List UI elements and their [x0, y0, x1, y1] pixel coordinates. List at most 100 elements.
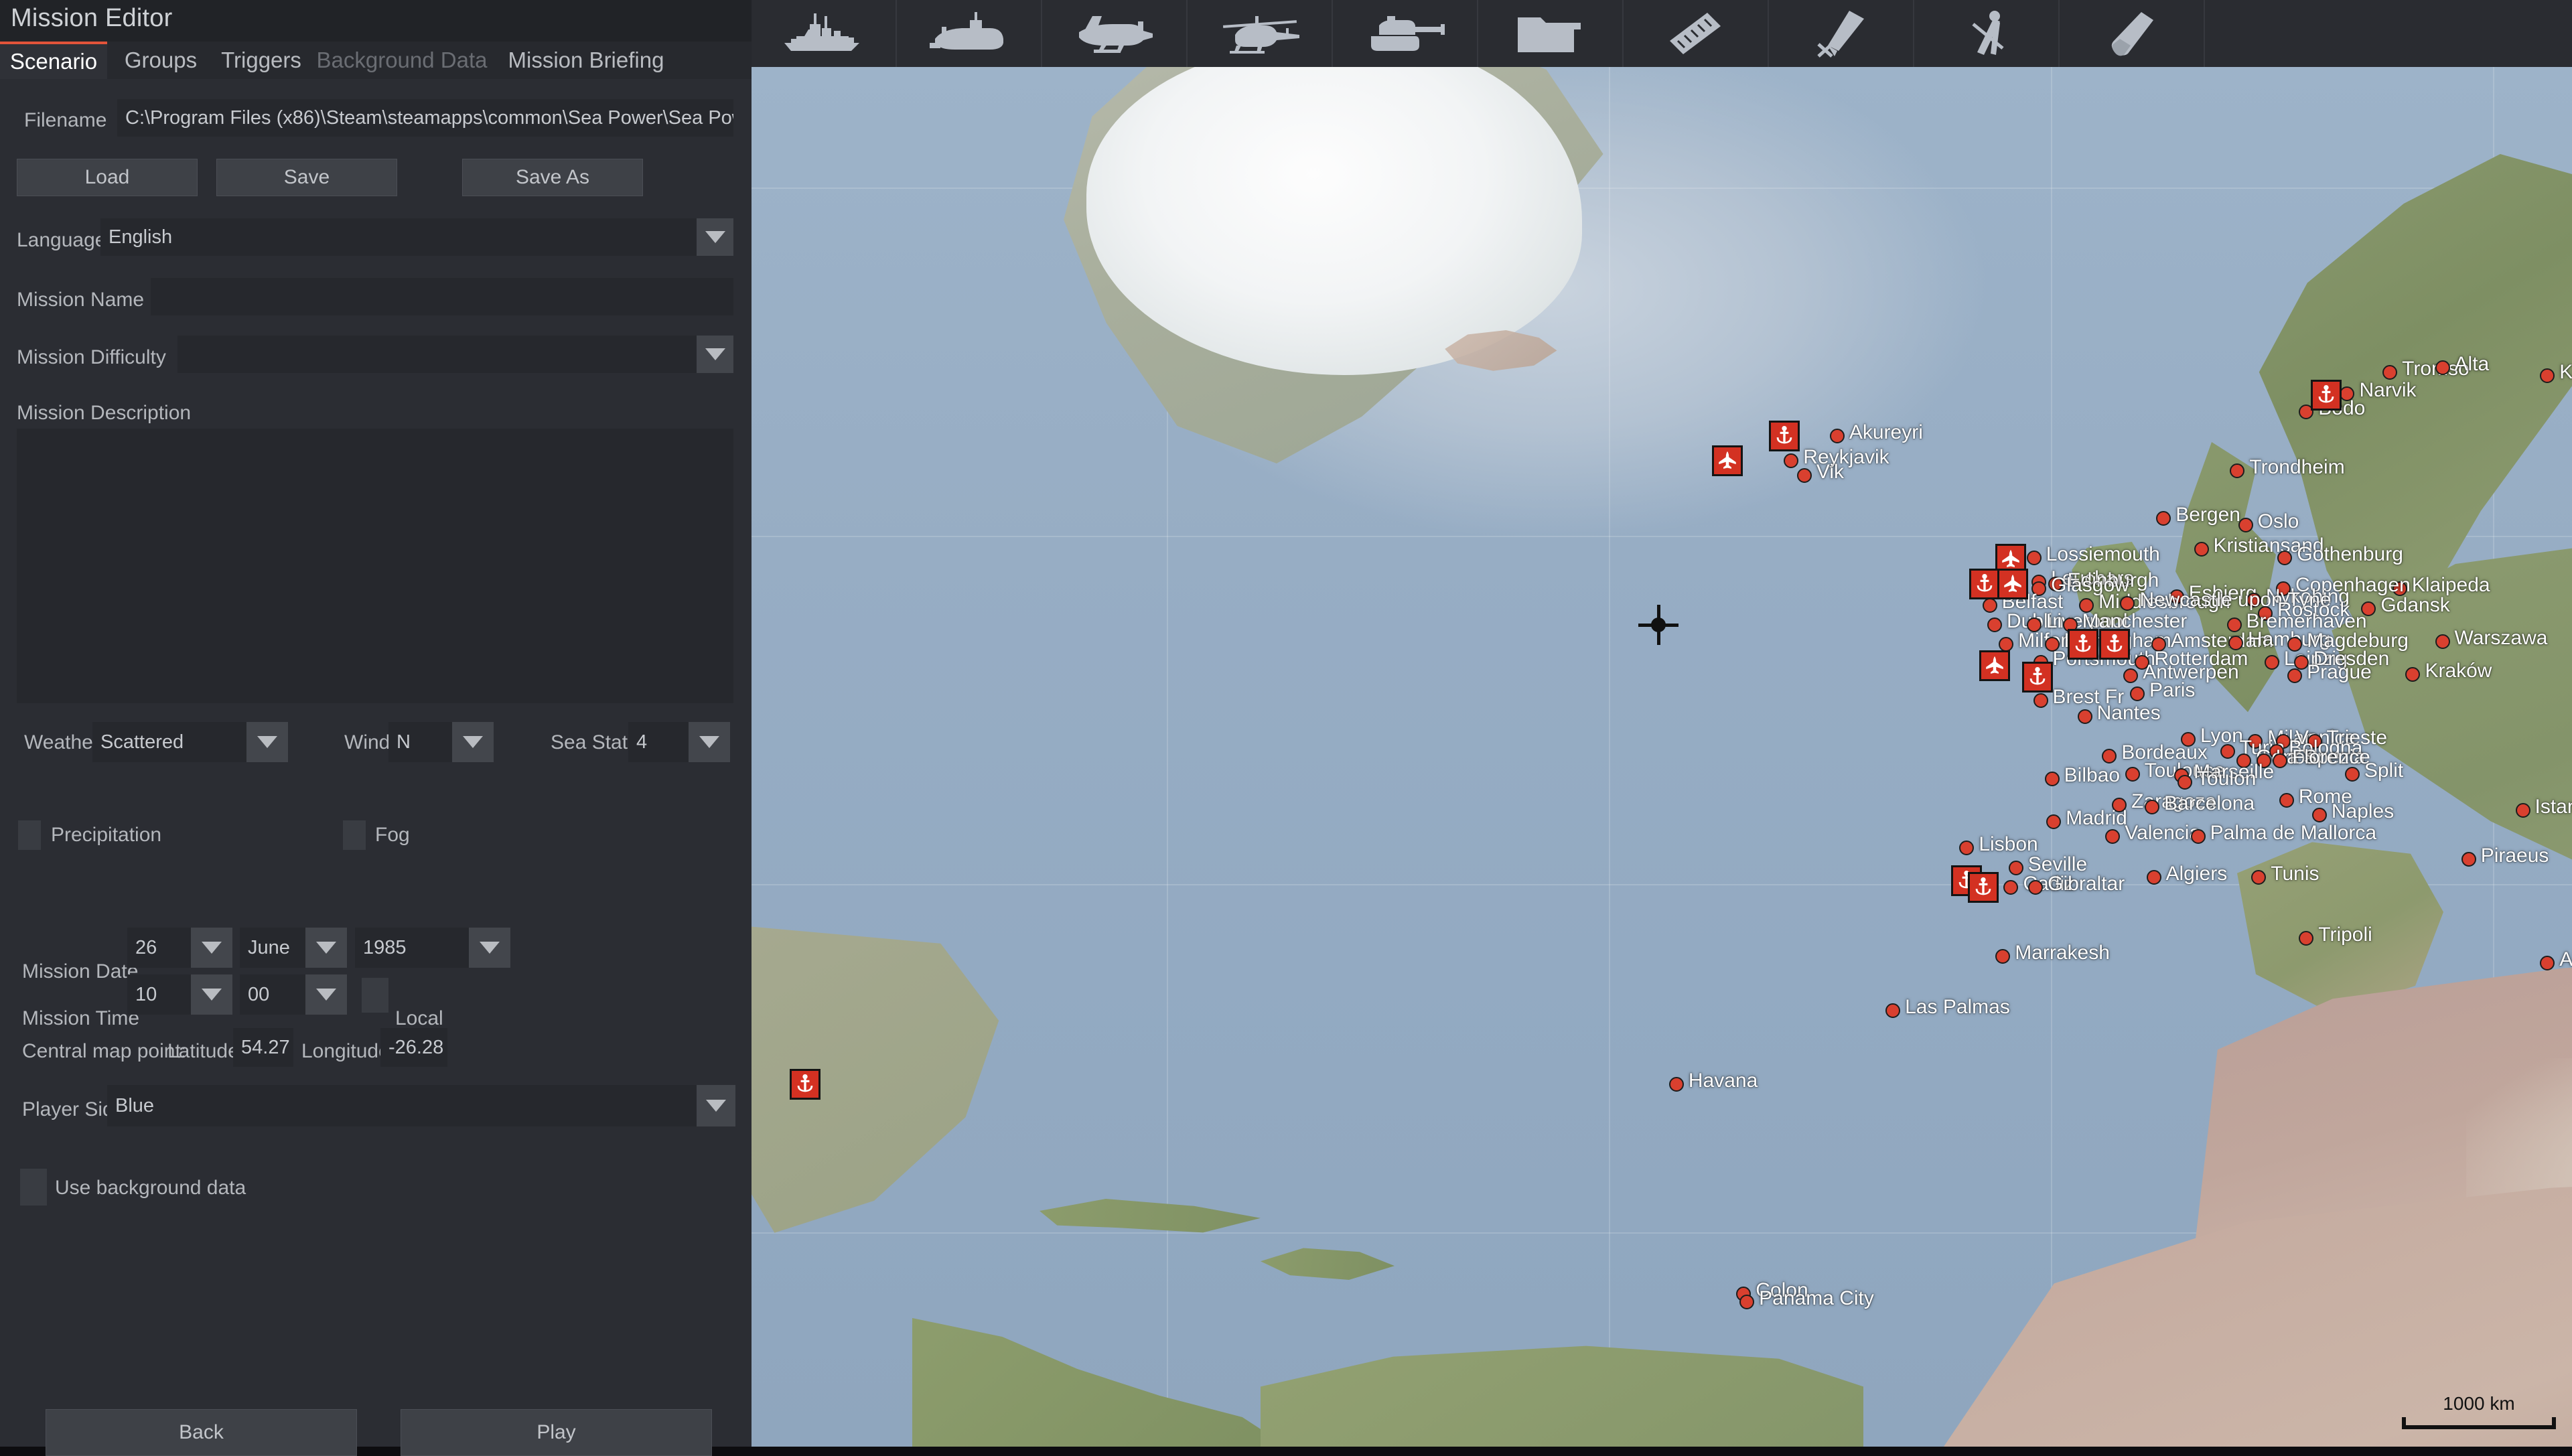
mission-date-month-select[interactable]: June	[240, 928, 305, 968]
city-marker-dot[interactable]	[2008, 860, 2023, 875]
city-marker-dot[interactable]	[2146, 870, 2161, 885]
tank-tool-button[interactable]	[1333, 0, 1478, 67]
city-marker-dot[interactable]	[2026, 550, 2042, 565]
city-marker-dot[interactable]	[2405, 666, 2421, 682]
use-background-data-checkbox[interactable]	[20, 1169, 47, 1206]
city-marker-dot[interactable]	[2344, 766, 2360, 782]
city-marker-dot[interactable]	[2145, 799, 2160, 814]
tab-triggers[interactable]: Triggers	[214, 42, 308, 79]
city-marker-dot[interactable]	[2044, 772, 2060, 787]
city-marker-dot[interactable]	[2435, 360, 2450, 375]
tab-mission-briefing[interactable]: Mission Briefing	[496, 42, 676, 79]
city-marker-dot[interactable]	[2540, 368, 2555, 383]
wind-dropdown-arrow[interactable]	[452, 722, 494, 762]
city-marker-dot[interactable]	[1995, 948, 2011, 964]
naval-base-marker[interactable]	[1969, 568, 2001, 599]
precipitation-checkbox[interactable]	[18, 820, 41, 850]
filename-input[interactable]: C:\Program Files (x86)\Steam\steamapps\c…	[117, 99, 733, 137]
naval-base-marker[interactable]	[1769, 421, 1800, 452]
city-marker-dot[interactable]	[2277, 550, 2293, 565]
language-select[interactable]: English	[100, 218, 697, 256]
airbase-marker[interactable]	[1979, 650, 2010, 682]
tab-scenario[interactable]: Scenario	[0, 42, 107, 79]
ruler-tool-button[interactable]	[1624, 0, 1769, 67]
city-marker-dot[interactable]	[2130, 686, 2145, 701]
aircraft-tool-button[interactable]	[1042, 0, 1188, 67]
naval-base-marker[interactable]	[2021, 662, 2053, 693]
sea-state-dropdown-arrow[interactable]	[689, 722, 730, 762]
city-marker-dot[interactable]	[1668, 1076, 1684, 1092]
city-marker-dot[interactable]	[2299, 930, 2314, 946]
sea-state-select[interactable]: 4	[628, 722, 689, 762]
naval-base-marker[interactable]	[2098, 629, 2130, 660]
city-marker-dot[interactable]	[2077, 709, 2092, 725]
naval-base-marker[interactable]	[790, 1068, 821, 1100]
language-dropdown-arrow[interactable]	[697, 218, 733, 256]
naval-base-marker[interactable]	[1967, 871, 1999, 903]
player-side-select[interactable]: Blue	[107, 1085, 697, 1126]
city-marker-dot[interactable]	[2194, 542, 2209, 557]
city-marker-dot[interactable]	[2028, 879, 2044, 895]
latitude-input[interactable]: 54.27	[233, 1028, 293, 1067]
mission-time-minute-select[interactable]: 00	[240, 974, 305, 1015]
city-marker-dot[interactable]	[1885, 1003, 1901, 1018]
city-marker-dot[interactable]	[2540, 955, 2555, 970]
submarine-tool-button[interactable]	[897, 0, 1042, 67]
wind-select[interactable]: N	[388, 722, 452, 762]
mission-date-day-select[interactable]: 26	[127, 928, 191, 968]
load-button[interactable]: Load	[17, 159, 198, 196]
mission-difficulty-dropdown-arrow[interactable]	[697, 336, 733, 373]
weather-dropdown-arrow[interactable]	[246, 722, 288, 762]
mission-date-day-dropdown-arrow[interactable]	[191, 928, 232, 968]
player-side-dropdown-arrow[interactable]	[697, 1085, 735, 1126]
city-marker-dot[interactable]	[2279, 793, 2294, 808]
helicopter-tool-button[interactable]	[1188, 0, 1333, 67]
mission-time-hour-dropdown-arrow[interactable]	[191, 974, 232, 1015]
airbase-marker[interactable]	[1997, 568, 2028, 599]
eraser-tool-button[interactable]	[2060, 0, 2205, 67]
tab-groups[interactable]: Groups	[114, 42, 208, 79]
pencil-tool-button[interactable]	[1769, 0, 1914, 67]
city-marker-dot[interactable]	[2033, 693, 2048, 708]
city-marker-dot[interactable]	[1987, 617, 2002, 633]
folder-tool-button[interactable]	[1478, 0, 1624, 67]
mission-date-month-dropdown-arrow[interactable]	[305, 928, 347, 968]
mission-date-year-dropdown-arrow[interactable]	[469, 928, 510, 968]
fog-checkbox[interactable]	[343, 820, 366, 850]
mission-description-textarea[interactable]	[17, 429, 733, 703]
mission-time-hour-select[interactable]: 10	[127, 974, 191, 1015]
back-button[interactable]: Back	[46, 1409, 357, 1456]
save-button[interactable]: Save	[216, 159, 397, 196]
city-marker-dot[interactable]	[2125, 766, 2140, 782]
world-map[interactable]: TromsoAltaKirkNarvikBodoTrondheimBergenO…	[752, 67, 2572, 1447]
city-marker-dot[interactable]	[1982, 597, 1997, 613]
naval-base-marker[interactable]	[2310, 380, 2342, 411]
local-checkbox[interactable]	[362, 978, 388, 1013]
compass-tool-button[interactable]	[1914, 0, 2060, 67]
city-marker-dot[interactable]	[1796, 468, 1812, 484]
city-marker-dot[interactable]	[2435, 634, 2450, 649]
play-button[interactable]: Play	[401, 1409, 712, 1456]
save-as-button[interactable]: Save As	[462, 159, 643, 196]
city-marker-dot[interactable]	[2220, 743, 2235, 759]
city-marker-dot[interactable]	[2238, 517, 2253, 532]
city-marker-dot[interactable]	[2382, 364, 2398, 380]
city-marker-dot[interactable]	[2190, 828, 2206, 844]
city-marker-dot[interactable]	[2515, 802, 2530, 818]
mission-date-year-select[interactable]: 1985	[355, 928, 469, 968]
weather-select[interactable]: Scattered	[92, 722, 246, 762]
mission-name-input[interactable]	[151, 278, 733, 315]
city-marker-dot[interactable]	[2046, 814, 2062, 829]
city-marker-dot[interactable]	[2287, 668, 2303, 683]
tab-background-data[interactable]: Background Data	[315, 42, 489, 79]
longitude-input[interactable]: -26.28	[380, 1028, 447, 1067]
naval-base-marker[interactable]	[2068, 629, 2099, 660]
page-title: Mission Editor	[11, 4, 173, 32]
mission-time-minute-dropdown-arrow[interactable]	[305, 974, 347, 1015]
ship-tool-button[interactable]	[752, 0, 897, 67]
city-marker-dot[interactable]	[2311, 808, 2327, 823]
mission-difficulty-select[interactable]	[177, 336, 697, 373]
airbase-marker[interactable]	[1711, 445, 1743, 477]
city-marker-dot[interactable]	[2156, 510, 2171, 526]
city-marker-dot[interactable]	[2461, 852, 2476, 867]
